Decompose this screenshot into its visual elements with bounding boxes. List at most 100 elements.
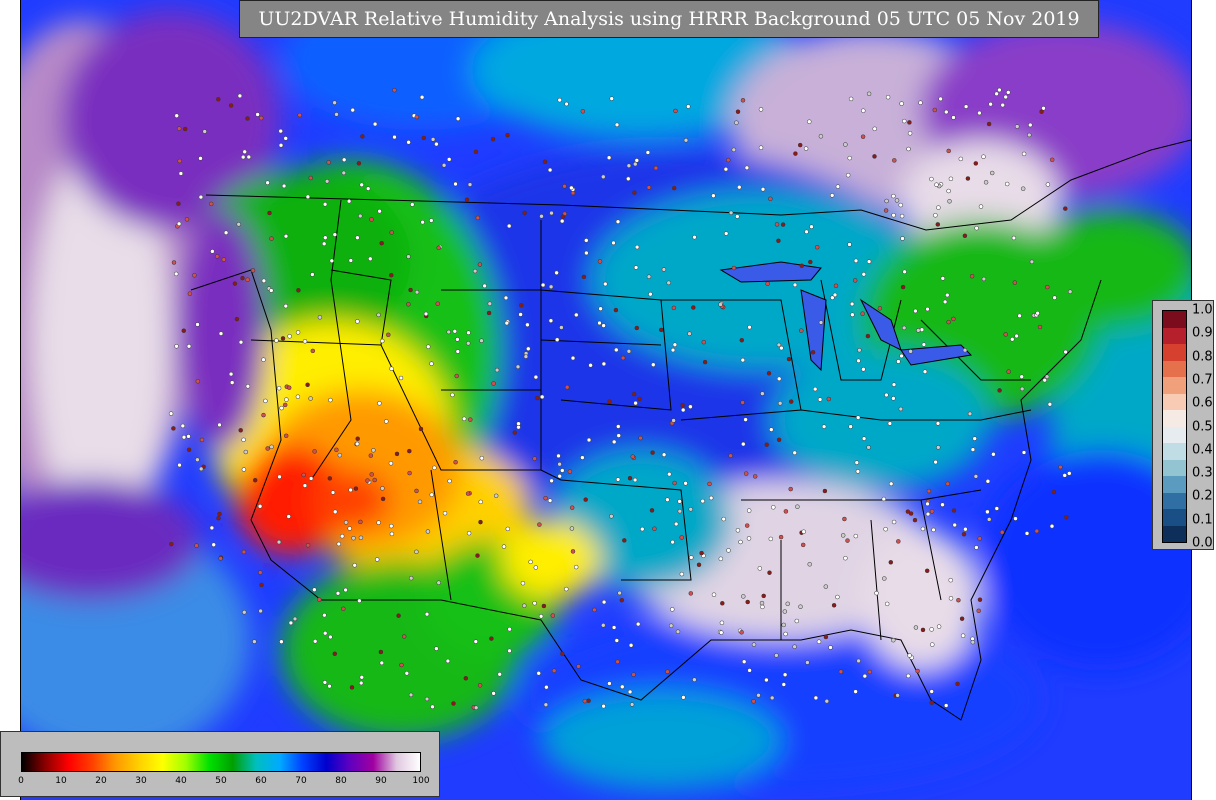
station-dot [1042,377,1047,383]
humidity-fields [21,0,1191,790]
station-dot [935,421,941,426]
station-dot [898,406,904,412]
station-dot [276,539,282,545]
station-dot [580,109,586,114]
station-dot [473,705,479,710]
station-dot [860,311,865,316]
station-dot [951,508,957,513]
station-dot [287,334,292,339]
station-dot [946,148,951,154]
station-dot [741,441,746,447]
increment-swatch [1163,377,1186,394]
station-dot [436,580,441,585]
station-dot [781,622,786,628]
station-dot [186,434,191,439]
station-dot [389,531,395,537]
station-dot [355,436,360,441]
station-dot [263,398,268,404]
station-dot [776,437,782,443]
station-dot [217,511,222,517]
station-dot [882,576,887,581]
station-dot [241,467,247,472]
station-dot [896,359,901,364]
increment-tick-label: 0.6 [1192,395,1213,411]
station-dot [434,646,439,651]
station-dot [780,222,786,227]
station-dot [891,212,896,218]
station-dot [419,94,425,100]
station-dot [665,669,670,674]
station-dot [377,208,382,214]
station-dot [425,529,431,534]
station-dot [335,591,341,596]
station-dot [407,470,412,476]
station-dot [195,379,201,384]
station-dot [739,630,744,635]
station-dot [573,564,579,570]
station-dot [933,459,938,465]
station-dot [358,535,364,541]
station-dot [994,506,1000,511]
rh-tick-label: 40 [175,776,187,786]
station-dot [252,477,258,483]
station-dot [860,134,866,139]
station-dot [347,526,352,531]
station-dot [659,327,664,333]
station-dot [807,562,812,567]
station-dot [782,609,788,614]
station-dot [679,571,685,577]
increment-swatch [1163,344,1186,361]
increment-tick-label: 0.0 [1192,535,1213,551]
station-dot [626,176,631,182]
station-dot [955,681,960,687]
station-dot [866,445,871,450]
station-dot [1049,157,1055,163]
station-dot [586,698,591,703]
station-dot [661,452,667,457]
station-dot [973,161,979,166]
station-dot [633,161,638,167]
station-dot [908,511,914,516]
station-dot [817,397,823,402]
station-dot [946,319,951,325]
station-dot [601,599,607,605]
station-dot [1011,235,1017,241]
station-dot [374,557,380,562]
station-dot [902,269,907,275]
station-dot [392,134,397,140]
station-dot [942,299,948,305]
station-dot [843,142,848,147]
station-dot [1067,289,1073,294]
station-dot [774,222,780,227]
station-dot [584,250,589,256]
station-dot [580,455,585,460]
station-dot [976,608,981,614]
station-dot [532,456,537,461]
station-dot [798,604,803,609]
station-dot [691,305,696,310]
station-dot [308,175,313,181]
station-dot [410,202,415,207]
station-dot [776,342,782,348]
station-dot [970,447,976,452]
station-dot [961,531,967,537]
station-dot [365,478,370,483]
station-dot [322,202,328,207]
station-dot [278,143,284,148]
station-dot [234,316,240,322]
station-dot [960,633,966,638]
station-dot [533,565,539,570]
station-dot [1006,369,1011,374]
station-dot [186,447,192,453]
station-dot [648,291,653,297]
station-dot [380,338,385,344]
station-dot [948,577,953,583]
station-dot [958,156,964,162]
increment-swatch [1163,426,1186,443]
station-dot [418,426,424,432]
station-dot [176,126,182,131]
station-dot [258,115,264,121]
station-dot [526,346,531,352]
station-dot [258,570,263,575]
station-dot [242,149,247,155]
